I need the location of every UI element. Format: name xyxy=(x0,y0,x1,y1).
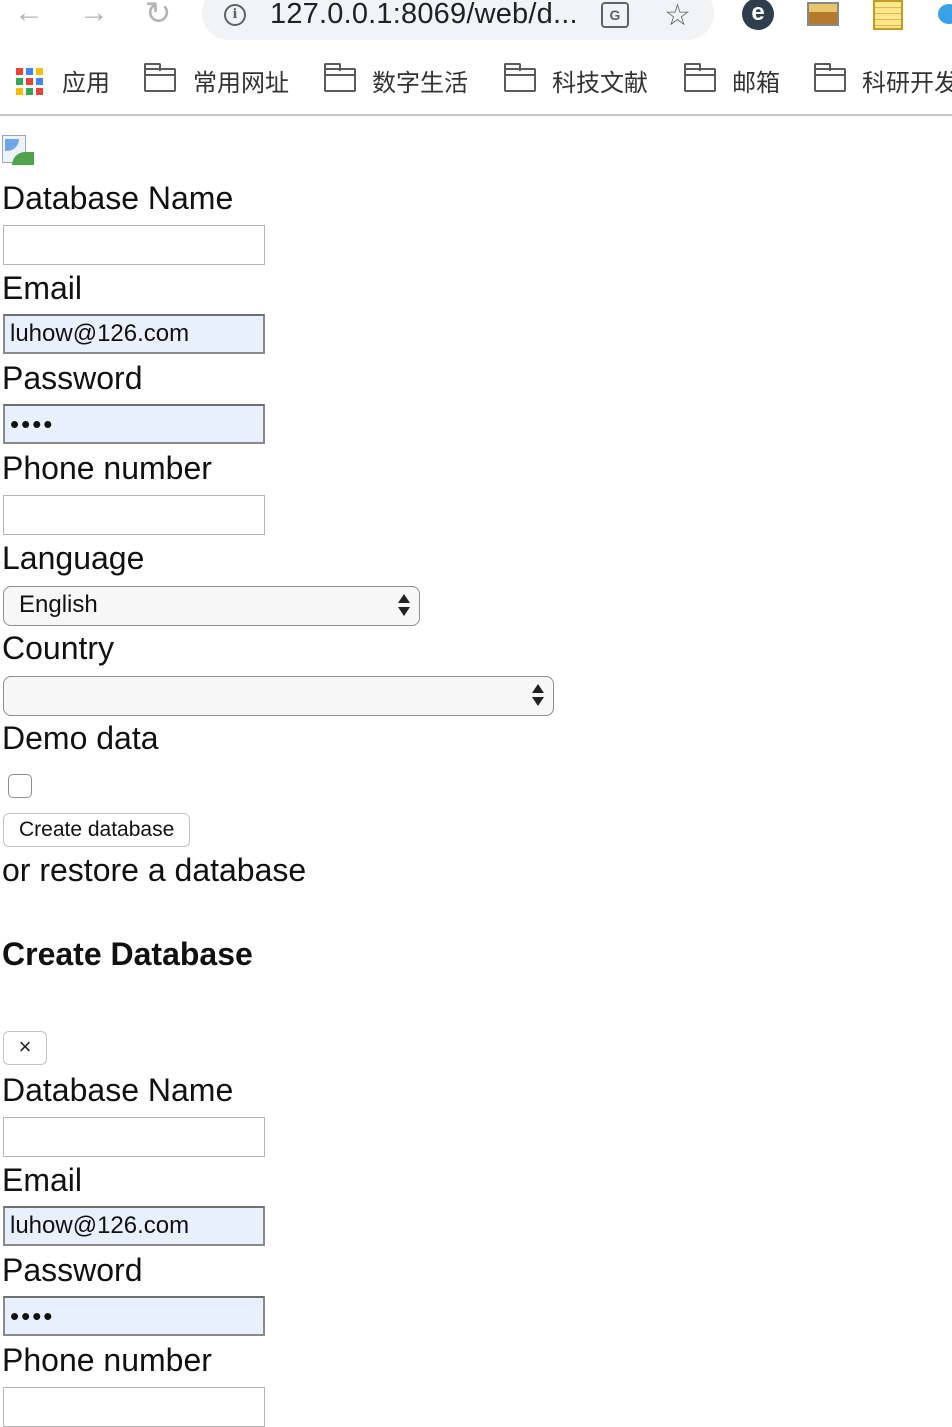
browser-toolbar: ← → ↻ i 127.0.0.1:8069/web/d... G ☆ e xyxy=(0,0,952,42)
address-bar[interactable]: i 127.0.0.1:8069/web/d... G ☆ xyxy=(202,0,714,40)
extension-image-download-icon[interactable] xyxy=(807,2,839,26)
email-input[interactable]: luhow@126.com xyxy=(3,314,265,354)
back-arrow-icon[interactable]: ← xyxy=(12,0,46,30)
language-label: Language xyxy=(2,540,145,576)
extension-e-icon[interactable]: e xyxy=(742,0,774,30)
modal-database-name-input[interactable] xyxy=(3,1117,265,1157)
restore-database-link[interactable]: or restore a database xyxy=(2,852,306,888)
folder-icon xyxy=(504,63,536,92)
bookmark-folder-digital[interactable]: 数字生活 xyxy=(324,60,484,97)
bookmark-label: 邮箱 xyxy=(732,70,780,97)
bookmark-label: 常用网址 xyxy=(193,70,289,97)
bookmark-apps[interactable]: 应用 xyxy=(0,60,120,97)
modal-phone-number-input[interactable] xyxy=(3,1387,265,1427)
demo-data-checkbox[interactable] xyxy=(8,774,32,798)
modal-email-label: Email xyxy=(2,1162,83,1198)
bookmark-folder-research[interactable]: 科研开发 xyxy=(814,60,952,97)
demo-data-label: Demo data xyxy=(2,720,159,756)
phone-number-input[interactable] xyxy=(3,495,265,535)
bookmark-folder-science[interactable]: 科技文献 xyxy=(504,60,664,97)
modal-phone-number-label: Phone number xyxy=(2,1342,212,1378)
modal-password-label: Password xyxy=(2,1252,143,1288)
select-arrows-icon xyxy=(398,592,410,620)
email-label: Email xyxy=(2,270,83,306)
bookmark-label: 科研开发 xyxy=(862,70,952,97)
language-select[interactable]: English xyxy=(3,586,420,626)
language-selected-value: English xyxy=(19,591,98,618)
bookmark-label: 应用 xyxy=(62,70,110,97)
phone-number-label: Phone number xyxy=(2,450,212,486)
folder-icon xyxy=(144,63,176,92)
toolbar-divider xyxy=(0,114,952,116)
bookmarks-bar: 应用 常用网址 数字生活 科技文献 邮箱 科研开发 xyxy=(0,56,952,100)
database-name-input[interactable] xyxy=(3,225,265,265)
country-select[interactable] xyxy=(3,676,554,716)
reload-icon[interactable]: ↻ xyxy=(141,0,175,30)
folder-icon xyxy=(324,63,356,92)
password-label: Password xyxy=(2,360,143,396)
site-info-icon[interactable]: i xyxy=(224,4,246,26)
password-input[interactable]: •••• xyxy=(3,404,265,444)
extension-cloud-icon[interactable] xyxy=(938,4,952,24)
apps-grid-icon xyxy=(16,68,43,95)
url-text[interactable]: 127.0.0.1:8069/web/d... xyxy=(270,0,578,31)
translate-icon[interactable]: G xyxy=(601,2,629,28)
bookmark-label: 科技文献 xyxy=(552,70,648,97)
modal-email-input[interactable]: luhow@126.com xyxy=(3,1206,265,1246)
close-button[interactable]: × xyxy=(3,1031,47,1065)
bookmark-folder-mail[interactable]: 邮箱 xyxy=(684,60,794,97)
database-name-label: Database Name xyxy=(2,180,234,216)
folder-icon xyxy=(684,63,716,92)
forward-arrow-icon[interactable]: → xyxy=(77,0,111,30)
broken-image-icon xyxy=(2,135,34,165)
select-arrows-icon xyxy=(532,682,544,710)
modal-password-input[interactable]: •••• xyxy=(3,1296,265,1336)
bookmark-folder-common[interactable]: 常用网址 xyxy=(144,60,304,97)
create-database-button[interactable]: Create database xyxy=(3,813,191,847)
modal-database-name-label: Database Name xyxy=(2,1072,234,1108)
country-label: Country xyxy=(2,630,115,666)
bookmark-label: 数字生活 xyxy=(372,70,468,97)
folder-icon xyxy=(814,63,846,92)
bookmark-star-icon[interactable]: ☆ xyxy=(664,0,691,33)
extension-notepad-icon[interactable] xyxy=(873,0,903,30)
modal-title: Create Database xyxy=(2,936,253,972)
